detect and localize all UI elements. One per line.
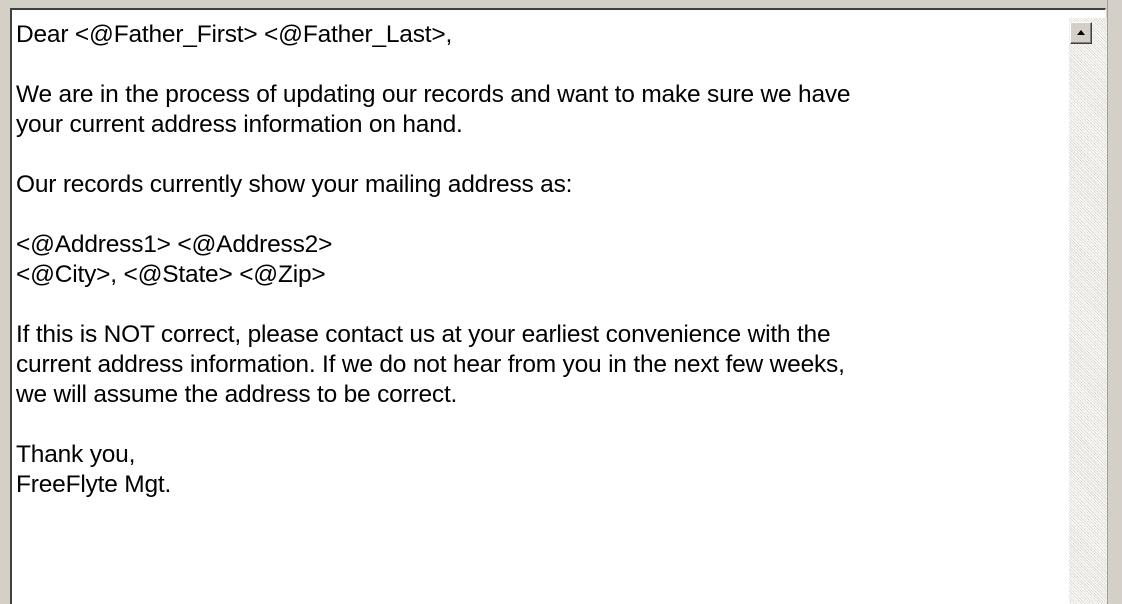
signature-line: FreeFlyte Mgt. bbox=[16, 471, 172, 498]
window-right-edge bbox=[1107, 0, 1122, 604]
letter-editor-window: Dear <@Father_First> <@Father_Last>, We … bbox=[0, 0, 1122, 604]
body-line: Our records currently show your mailing … bbox=[16, 171, 573, 198]
address-line-2: <@City>, <@State> <@Zip> bbox=[16, 261, 326, 288]
body-line: We are in the process of updating our re… bbox=[16, 81, 851, 108]
body-line: your current address information on hand… bbox=[16, 111, 463, 138]
address-line-1: <@Address1> <@Address2> bbox=[16, 231, 333, 258]
vertical-scrollbar[interactable] bbox=[1069, 18, 1107, 604]
closing-line: Thank you, bbox=[16, 441, 136, 468]
body-line: we will assume the address to be correct… bbox=[16, 381, 458, 408]
body-line: current address information. If we do no… bbox=[16, 351, 845, 378]
scroll-up-button[interactable] bbox=[1070, 22, 1092, 44]
letter-text-area[interactable]: Dear <@Father_First> <@Father_Last>, We … bbox=[16, 20, 1066, 500]
body-line: If this is NOT correct, please contact u… bbox=[16, 321, 831, 348]
up-arrow-icon bbox=[1077, 30, 1085, 35]
greeting-line: Dear <@Father_First> <@Father_Last>, bbox=[16, 21, 453, 48]
